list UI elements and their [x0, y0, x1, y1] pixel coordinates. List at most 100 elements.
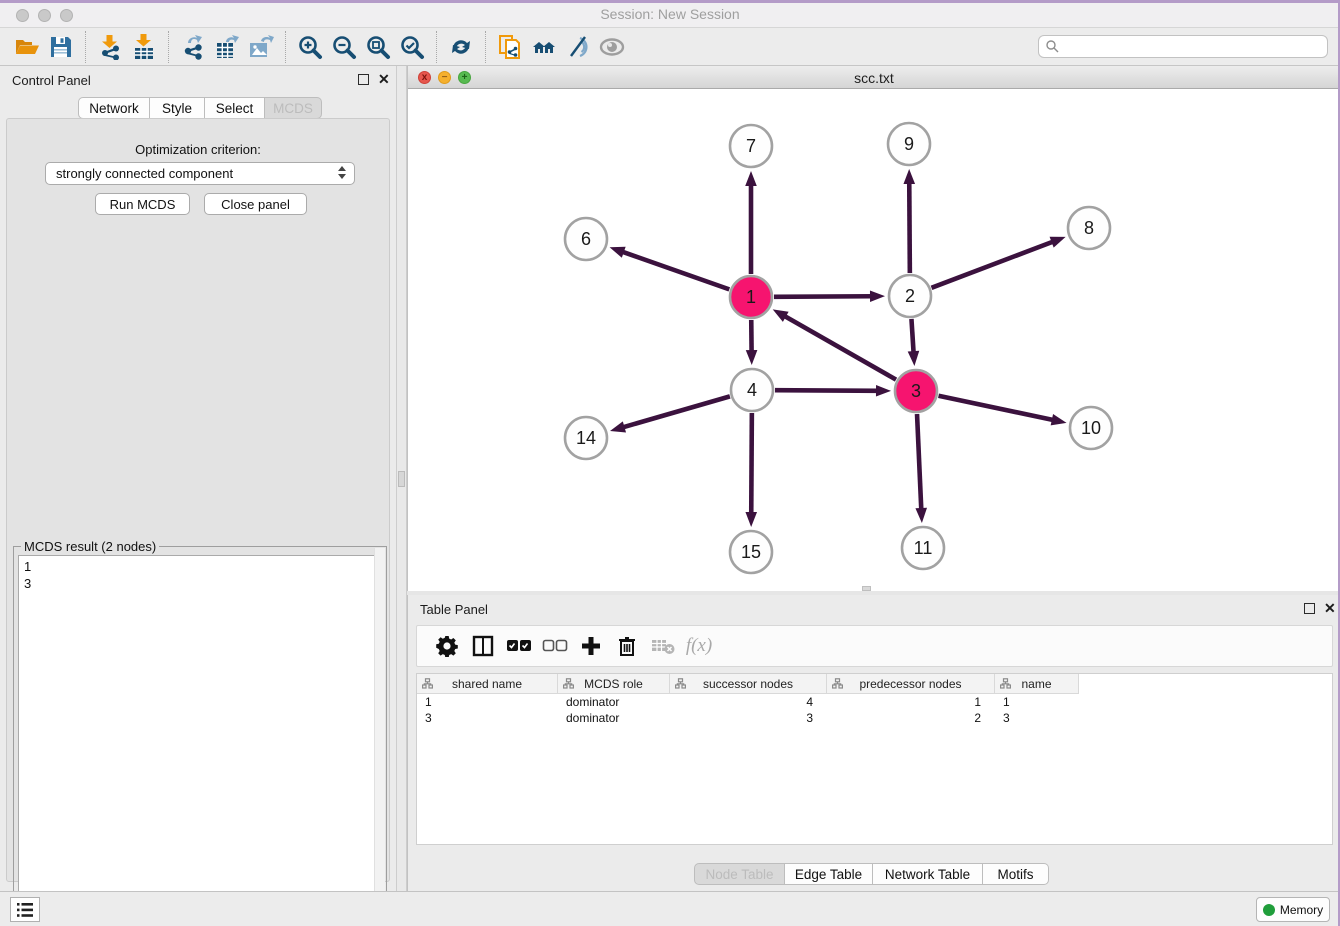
delete-table-icon[interactable]	[645, 628, 681, 664]
column-header-predecessor-nodes[interactable]: predecessor nodes	[827, 674, 995, 694]
edge-arrowhead-4-14	[610, 421, 626, 432]
clone-network-icon[interactable]	[493, 31, 527, 63]
vertical-splitter[interactable]	[396, 66, 407, 891]
control-panel-tabs: NetworkStyleSelectMCDS	[78, 97, 322, 119]
float-panel-icon[interactable]	[358, 74, 369, 85]
node-7[interactable]: 7	[730, 125, 772, 167]
zoom-fit-icon[interactable]	[361, 31, 395, 63]
optimization-criterion-select[interactable]: strongly connected component	[45, 162, 355, 185]
import-network-icon[interactable]	[93, 31, 127, 63]
edge-3-1[interactable]	[784, 316, 896, 380]
node-4[interactable]: 4	[731, 369, 773, 411]
toolbar-separator	[285, 31, 286, 63]
zoom-selected-icon[interactable]	[395, 31, 429, 63]
node-9[interactable]: 9	[888, 123, 930, 165]
tab-edge-table[interactable]: Edge Table	[785, 863, 873, 885]
tab-network[interactable]: Network	[78, 97, 150, 119]
float-table-panel-icon[interactable]	[1304, 603, 1315, 614]
node-label: 4	[747, 380, 757, 400]
table-cell[interactable]: 3	[670, 710, 827, 726]
table-cell[interactable]: dominator	[558, 710, 670, 726]
tab-style[interactable]: Style	[150, 97, 205, 119]
canvas-splitter-grip[interactable]	[862, 586, 871, 591]
column-header-MCDS-role[interactable]: MCDS role	[558, 674, 670, 694]
table-row[interactable]: 3dominator323	[417, 710, 1332, 726]
result-scrollbar[interactable]	[374, 548, 385, 916]
node-15[interactable]: 15	[730, 531, 772, 573]
tab-select[interactable]: Select	[205, 97, 265, 119]
edge-3-10[interactable]	[939, 396, 1054, 420]
edge-4-3[interactable]	[775, 390, 878, 391]
edge-4-15[interactable]	[751, 413, 752, 514]
delete-column-icon[interactable]	[609, 628, 645, 664]
table-cell[interactable]: 1	[995, 694, 1079, 710]
table-row[interactable]: 1dominator411	[417, 694, 1332, 710]
open-session-icon[interactable]	[10, 31, 44, 63]
tab-motifs[interactable]: Motifs	[983, 863, 1049, 885]
hide-selected-icon[interactable]	[561, 31, 595, 63]
run-mcds-button[interactable]: Run MCDS	[95, 193, 190, 215]
node-table[interactable]: shared nameMCDS rolesuccessor nodesprede…	[416, 673, 1333, 845]
apply-layout-icon[interactable]	[444, 31, 478, 63]
node-11[interactable]: 11	[902, 527, 944, 569]
zoom-out-icon[interactable]	[327, 31, 361, 63]
first-neighbors-icon[interactable]	[527, 31, 561, 63]
settings-gear-icon[interactable]	[429, 628, 465, 664]
table-cell[interactable]: 4	[670, 694, 827, 710]
column-header-shared-name[interactable]: shared name	[417, 674, 558, 694]
zoom-in-icon[interactable]	[293, 31, 327, 63]
node-14[interactable]: 14	[565, 417, 607, 459]
node-1[interactable]: 1	[730, 276, 772, 318]
edge-2-3[interactable]	[911, 319, 913, 353]
close-table-panel-icon[interactable]: ✕	[1324, 601, 1336, 615]
node-label: 9	[904, 134, 914, 154]
table-cell[interactable]: 3	[417, 710, 558, 726]
tab-mcds[interactable]: MCDS	[265, 97, 322, 119]
table-panel: Table Panel ✕ f(x) shared nameMCDS roles…	[407, 595, 1340, 891]
edge-2-8[interactable]	[932, 241, 1054, 287]
unselect-all-columns-icon[interactable]	[537, 628, 573, 664]
mcds-result-text[interactable]: 1 3	[18, 555, 382, 925]
table-cell[interactable]: dominator	[558, 694, 670, 710]
edge-3-11[interactable]	[917, 414, 921, 510]
search-input[interactable]	[1060, 40, 1327, 54]
close-panel-button[interactable]: Close panel	[204, 193, 307, 215]
edge-4-14[interactable]	[623, 396, 730, 427]
table-cell[interactable]: 3	[995, 710, 1079, 726]
table-cell[interactable]: 2	[827, 710, 995, 726]
add-column-icon[interactable]	[573, 628, 609, 664]
show-column-icon[interactable]	[465, 628, 501, 664]
table-cell[interactable]: 1	[827, 694, 995, 710]
close-panel-icon[interactable]: ✕	[378, 72, 390, 86]
show-all-icon[interactable]	[595, 31, 629, 63]
task-history-button[interactable]	[10, 897, 40, 922]
search-box[interactable]	[1038, 35, 1328, 58]
column-header-successor-nodes[interactable]: successor nodes	[670, 674, 827, 694]
node-6[interactable]: 6	[565, 218, 607, 260]
node-2[interactable]: 2	[889, 275, 931, 317]
export-image-icon[interactable]	[244, 31, 278, 63]
node-8[interactable]: 8	[1068, 207, 1110, 249]
splitter-grip[interactable]	[398, 471, 405, 487]
edge-1-2[interactable]	[774, 296, 872, 297]
import-table-icon[interactable]	[127, 31, 161, 63]
save-session-icon[interactable]	[44, 31, 78, 63]
memory-button[interactable]: Memory	[1256, 897, 1330, 922]
network-window-titlebar[interactable]: x − + scc.txt	[408, 66, 1340, 89]
table-cell[interactable]: 1	[417, 694, 558, 710]
control-panel-title: Control Panel	[12, 73, 91, 88]
select-all-columns-icon[interactable]	[501, 628, 537, 664]
edge-2-9[interactable]	[909, 182, 910, 273]
mcds-tab-panel: Optimization criterion: strongly connect…	[6, 118, 390, 882]
tab-node-table[interactable]: Node Table	[694, 863, 785, 885]
column-header-name[interactable]: name	[995, 674, 1079, 694]
export-network-icon[interactable]	[176, 31, 210, 63]
function-builder-icon[interactable]: f(x)	[681, 628, 717, 664]
node-3[interactable]: 3	[895, 370, 937, 412]
window-border-top	[0, 0, 1340, 3]
edge-1-6[interactable]	[622, 252, 729, 290]
tab-network-table[interactable]: Network Table	[873, 863, 983, 885]
node-10[interactable]: 10	[1070, 407, 1112, 449]
export-table-icon[interactable]	[210, 31, 244, 63]
network-canvas[interactable]: 7 9 6 8 1 2 4 3 14 10 15 11	[408, 89, 1340, 591]
